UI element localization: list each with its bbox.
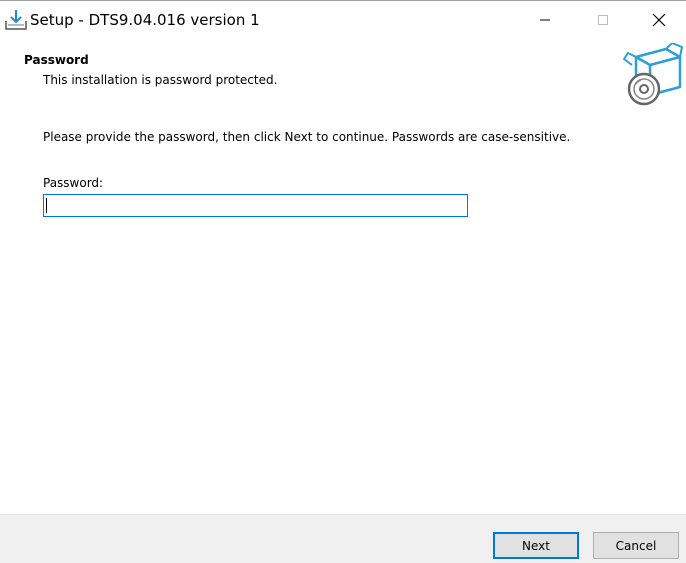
install-download-icon	[5, 10, 27, 30]
software-box-disc-icon	[623, 43, 683, 106]
minimize-button[interactable]	[516, 1, 574, 39]
text-caret	[46, 198, 47, 213]
instructions-text: Please provide the password, then click …	[43, 130, 571, 144]
setup-window: Setup - DTS9.04.016 version 1 Password T…	[0, 0, 686, 563]
maximize-icon	[598, 15, 608, 25]
window-title: Setup - DTS9.04.016 version 1	[30, 11, 260, 29]
next-button[interactable]: Next	[493, 532, 579, 559]
password-input[interactable]	[43, 194, 468, 217]
wizard-header: Password This installation is password p…	[0, 39, 686, 113]
wizard-footer: Next Cancel	[0, 514, 686, 563]
cancel-button[interactable]: Cancel	[593, 532, 679, 559]
page-title: Password	[24, 53, 89, 67]
minimize-icon	[540, 19, 550, 21]
close-button[interactable]	[632, 1, 686, 39]
title-bar: Setup - DTS9.04.016 version 1	[0, 1, 686, 39]
password-label: Password:	[43, 176, 104, 190]
maximize-button	[574, 1, 632, 39]
page-subtitle: This installation is password protected.	[43, 73, 278, 87]
close-icon	[652, 13, 666, 27]
